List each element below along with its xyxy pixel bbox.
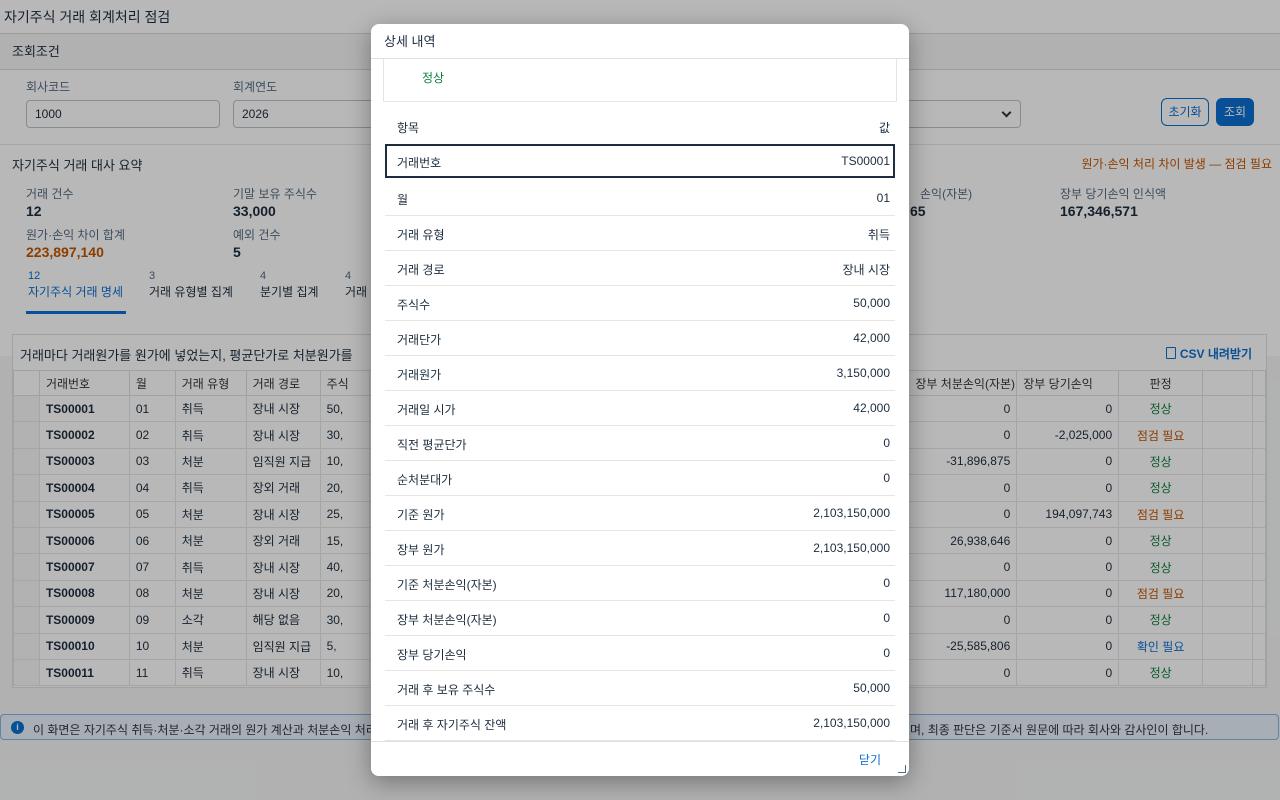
detail-value: 01	[876, 191, 890, 205]
detail-value: 50,000	[853, 681, 890, 695]
detail-row[interactable]: 거래 유형 취득	[385, 216, 895, 251]
detail-header-row: 항목 값	[385, 109, 895, 144]
detail-row[interactable]: 순처분대가 0	[385, 461, 895, 496]
detail-key: 주식수	[397, 298, 431, 312]
detail-key: 거래단가	[397, 333, 442, 347]
detail-value: 0	[883, 471, 890, 485]
detail-key: 거래 후 자기주식 잔액	[397, 718, 507, 732]
detail-value: 0	[883, 611, 890, 625]
detail-row[interactable]: 기준 원가 2,103,150,000	[385, 496, 895, 531]
detail-row[interactable]: 거래일 시가 42,000	[385, 391, 895, 426]
detail-row[interactable]: 거래단가 42,000	[385, 321, 895, 356]
detail-key: 거래 유형	[397, 228, 445, 242]
detail-value: TS00001	[841, 154, 890, 168]
detail-key: 장부 당기손익	[397, 648, 467, 662]
detail-row[interactable]: 월 01	[385, 181, 895, 216]
detail-value: 취득	[867, 228, 890, 242]
close-button[interactable]: 닫기	[859, 751, 881, 768]
detail-key: 거래일 시가	[397, 403, 456, 417]
detail-value: 42,000	[853, 331, 890, 345]
resize-handle[interactable]	[898, 765, 906, 773]
detail-row[interactable]: 직전 평균단가 0	[385, 426, 895, 461]
detail-row[interactable]: 기준 처분손익(자본) 0	[385, 566, 895, 601]
detail-key: 거래원가	[397, 368, 442, 382]
dialog-footer: 닫기	[371, 741, 909, 776]
dialog-status-box: 정상	[383, 59, 897, 102]
detail-key: 기준 원가	[397, 508, 445, 522]
detail-header-value: 값	[878, 121, 890, 135]
detail-key: 기준 처분손익(자본)	[397, 578, 497, 592]
detail-header-key: 항목	[397, 121, 420, 135]
detail-row[interactable]: 장부 처분손익(자본) 0	[385, 601, 895, 636]
detail-value: 50,000	[853, 296, 890, 310]
detail-value: 장내 시장	[842, 263, 891, 277]
dialog-body[interactable]: 정상 항목 값 거래번호 TS00001 월 01 거래 유형 취득거래 경로 장내 시장주…	[371, 59, 909, 741]
detail-value: 0	[883, 436, 890, 450]
detail-value: 2,103,150,000	[813, 506, 890, 520]
detail-row[interactable]: 장부 원가 2,103,150,000	[385, 531, 895, 566]
detail-value: 0	[883, 576, 890, 590]
detail-key: 장부 처분손익(자본)	[397, 613, 497, 627]
detail-key: 거래 경로	[397, 263, 445, 277]
detail-row[interactable]: 거래 후 보유 주식수 50,000	[385, 671, 895, 706]
detail-key: 거래번호	[397, 156, 442, 170]
detail-dialog: 상세 내역 정상 항목 값 거래번호 TS00001 월 01 거래 유형 취득거래 경로…	[371, 24, 909, 776]
detail-row[interactable]: 거래원가 3,150,000	[385, 356, 895, 391]
detail-key: 거래 후 보유 주식수	[397, 683, 496, 697]
detail-value: 0	[883, 646, 890, 660]
status-text: 정상	[422, 71, 445, 85]
detail-key: 월	[397, 193, 409, 207]
detail-value: 2,103,150,000	[813, 541, 890, 555]
detail-value: 42,000	[853, 401, 890, 415]
detail-row[interactable]: 장부 당기손익 0	[385, 636, 895, 671]
detail-row[interactable]: 거래 경로 장내 시장	[385, 251, 895, 286]
detail-key: 순처분대가	[397, 473, 453, 487]
detail-row[interactable]: 거래번호 TS00001	[385, 144, 895, 178]
detail-row[interactable]: 주식수 50,000	[385, 286, 895, 321]
detail-value: 3,150,000	[836, 366, 890, 380]
dialog-header: 상세 내역	[371, 24, 909, 59]
detail-row[interactable]: 거래 후 자기주식 잔액 2,103,150,000	[385, 706, 895, 741]
detail-key: 장부 원가	[397, 543, 445, 557]
dialog-title: 상세 내역	[384, 34, 436, 49]
detail-value: 2,103,150,000	[813, 716, 890, 730]
detail-key: 직전 평균단가	[397, 438, 467, 452]
